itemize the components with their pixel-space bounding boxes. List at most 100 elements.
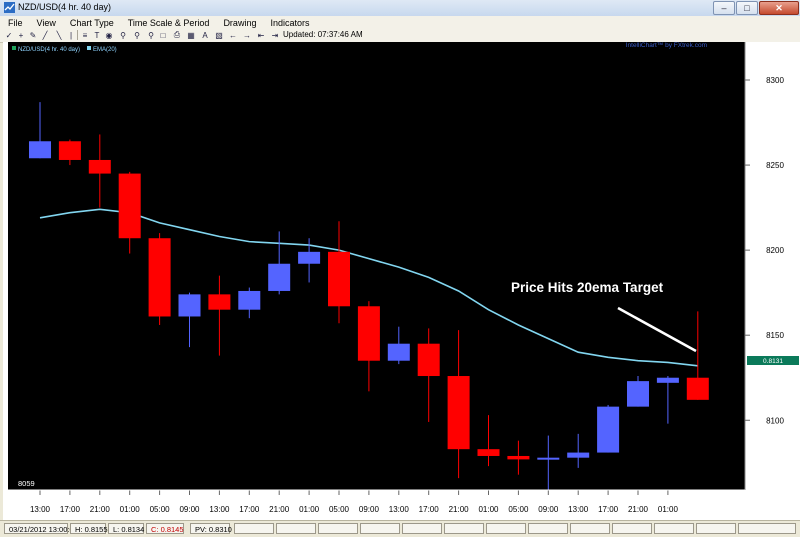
fit-icon[interactable]: □ xyxy=(158,30,168,40)
menu-indicators[interactable]: Indicators xyxy=(262,16,315,29)
candle-body xyxy=(477,449,500,456)
time-tick-label: 13:00 xyxy=(209,505,230,514)
diagonal-line-icon[interactable]: ╲ xyxy=(54,30,64,40)
arrow-left-icon[interactable]: ⇤ xyxy=(256,30,266,40)
candle-body xyxy=(178,294,201,317)
time-tick-label: 09:00 xyxy=(538,505,559,514)
menu-view[interactable]: View xyxy=(29,16,62,29)
time-tick-label: 01:00 xyxy=(658,505,679,514)
time-tick-label: 13:00 xyxy=(568,505,589,514)
candle-body xyxy=(627,381,649,407)
chart-plot-background xyxy=(8,42,745,490)
time-tick-label: 09:00 xyxy=(359,505,380,514)
status-cell-11 xyxy=(654,523,694,534)
zoom-icon[interactable]: ⚲ xyxy=(146,30,156,40)
price-chart[interactable]: 8100 8150 8200 8250 8300 13:00 17:00 21:00 01:00… xyxy=(3,42,800,520)
print-icon[interactable]: ⎙ xyxy=(172,30,182,40)
time-tick-label: 01:00 xyxy=(299,505,320,514)
candle-body xyxy=(29,141,51,159)
text-tool-icon[interactable]: T xyxy=(92,30,102,40)
time-tick-label: 17:00 xyxy=(598,505,619,514)
crosshair-icon[interactable]: + xyxy=(16,30,26,40)
app-icon xyxy=(4,2,15,13)
menu-file[interactable]: File xyxy=(0,16,29,29)
bar-chart-icon[interactable]: ▧ xyxy=(214,30,224,40)
maximize-button[interactable]: □ xyxy=(736,1,758,15)
chart-area[interactable]: 8100 8150 8200 8250 8300 13:00 17:00 21:00 01:00… xyxy=(3,42,800,520)
time-tick-label: 05:00 xyxy=(329,505,350,514)
minimize-button[interactable]: – xyxy=(713,1,735,15)
time-tick-label: 17:00 xyxy=(419,505,440,514)
menu-chart-type[interactable]: Chart Type xyxy=(62,16,120,29)
candle-body xyxy=(357,306,380,361)
vertical-line-icon[interactable]: | xyxy=(66,30,76,40)
close-icon: ✕ xyxy=(775,2,783,13)
maximize-icon: □ xyxy=(744,3,750,13)
toolbar: ✓ + ✎ ╱ ╲ | ≡ T ◉ ⚲ ⚲ ⚲ □ ⎙ ▦ A ▧ ← → ⇤ … xyxy=(0,29,800,43)
status-bar: 03/21/2012 13:00:00 H: 0.8155 L: 0.8134 … xyxy=(0,520,800,537)
status-cell-10 xyxy=(612,523,652,534)
close-button[interactable]: ✕ xyxy=(759,1,799,15)
low-label: 8059 xyxy=(18,479,35,488)
pan-left-icon[interactable]: ← xyxy=(228,30,238,40)
price-tick-label: 8300 xyxy=(766,76,784,85)
candle-body xyxy=(328,251,350,307)
candle-body xyxy=(686,377,709,400)
zoom-in-icon[interactable]: ⚲ xyxy=(118,30,128,40)
pan-right-icon[interactable]: → xyxy=(242,30,252,40)
legend-ema: EMA(20) xyxy=(93,47,117,53)
time-tick-label: 17:00 xyxy=(60,505,81,514)
candle-body xyxy=(387,343,410,361)
candle-body xyxy=(118,173,141,239)
status-close: C: 0.8145 xyxy=(146,523,184,534)
status-cell-5 xyxy=(402,523,442,534)
time-tick-label: 21:00 xyxy=(449,505,470,514)
fib-icon[interactable]: ≡ xyxy=(80,30,90,40)
candle-body xyxy=(88,159,111,174)
candle-body xyxy=(447,376,470,450)
chart-legend: NZD/USD(4 hr. 40 day) EMA(20) xyxy=(12,46,117,53)
candle-body xyxy=(656,377,679,383)
status-datetime: 03/21/2012 13:00:00 xyxy=(4,523,78,534)
status-cell-13 xyxy=(738,523,796,534)
candle-body xyxy=(417,343,440,377)
arrow-right-icon[interactable]: ⇥ xyxy=(270,30,280,40)
draw-line-icon[interactable]: ╱ xyxy=(40,30,50,40)
status-cell-3 xyxy=(318,523,358,534)
minimize-icon: – xyxy=(721,3,727,13)
status-pv: PV: 0.8310 xyxy=(190,523,232,534)
status-high: H: 0.8155 xyxy=(70,523,108,534)
toolbar-separator xyxy=(77,30,78,40)
candle-body xyxy=(208,294,231,310)
time-tick-label: 01:00 xyxy=(120,505,141,514)
time-tick-label: 05:00 xyxy=(508,505,529,514)
menu-drawing[interactable]: Drawing xyxy=(215,16,262,29)
time-tick-label: 09:00 xyxy=(179,505,200,514)
circle-icon[interactable]: ◉ xyxy=(104,30,114,40)
candle-body xyxy=(238,290,261,310)
candle-body xyxy=(567,452,590,458)
menu-time-scale[interactable]: Time Scale & Period xyxy=(120,16,216,29)
candle-body xyxy=(298,251,321,264)
status-cell-4 xyxy=(360,523,400,534)
time-tick-label: 21:00 xyxy=(90,505,111,514)
pen-icon[interactable]: ✎ xyxy=(28,30,38,40)
chart-branding[interactable]: IntelliChart™ by FXtrek.com xyxy=(626,42,707,49)
zoom-out-icon[interactable]: ⚲ xyxy=(132,30,142,40)
time-tick-label: 21:00 xyxy=(269,505,290,514)
time-tick-label: 21:00 xyxy=(628,505,649,514)
grid-icon[interactable]: ▦ xyxy=(186,30,196,40)
time-tick-label: 17:00 xyxy=(239,505,260,514)
cursor-icon[interactable]: ✓ xyxy=(4,30,14,40)
annotation-text: Price Hits 20ema Target xyxy=(511,280,664,295)
updated-timestamp: Updated: 07:37:46 AM xyxy=(283,30,363,39)
price-tick-label: 8150 xyxy=(766,331,784,340)
status-cell-9 xyxy=(570,523,610,534)
status-cell-8 xyxy=(528,523,568,534)
time-tick-label: 13:00 xyxy=(389,505,410,514)
status-cell-12 xyxy=(696,523,736,534)
candle-body xyxy=(507,455,530,460)
status-cell-2 xyxy=(276,523,316,534)
candle-body xyxy=(537,457,560,460)
indicator-icon[interactable]: A xyxy=(200,30,210,40)
